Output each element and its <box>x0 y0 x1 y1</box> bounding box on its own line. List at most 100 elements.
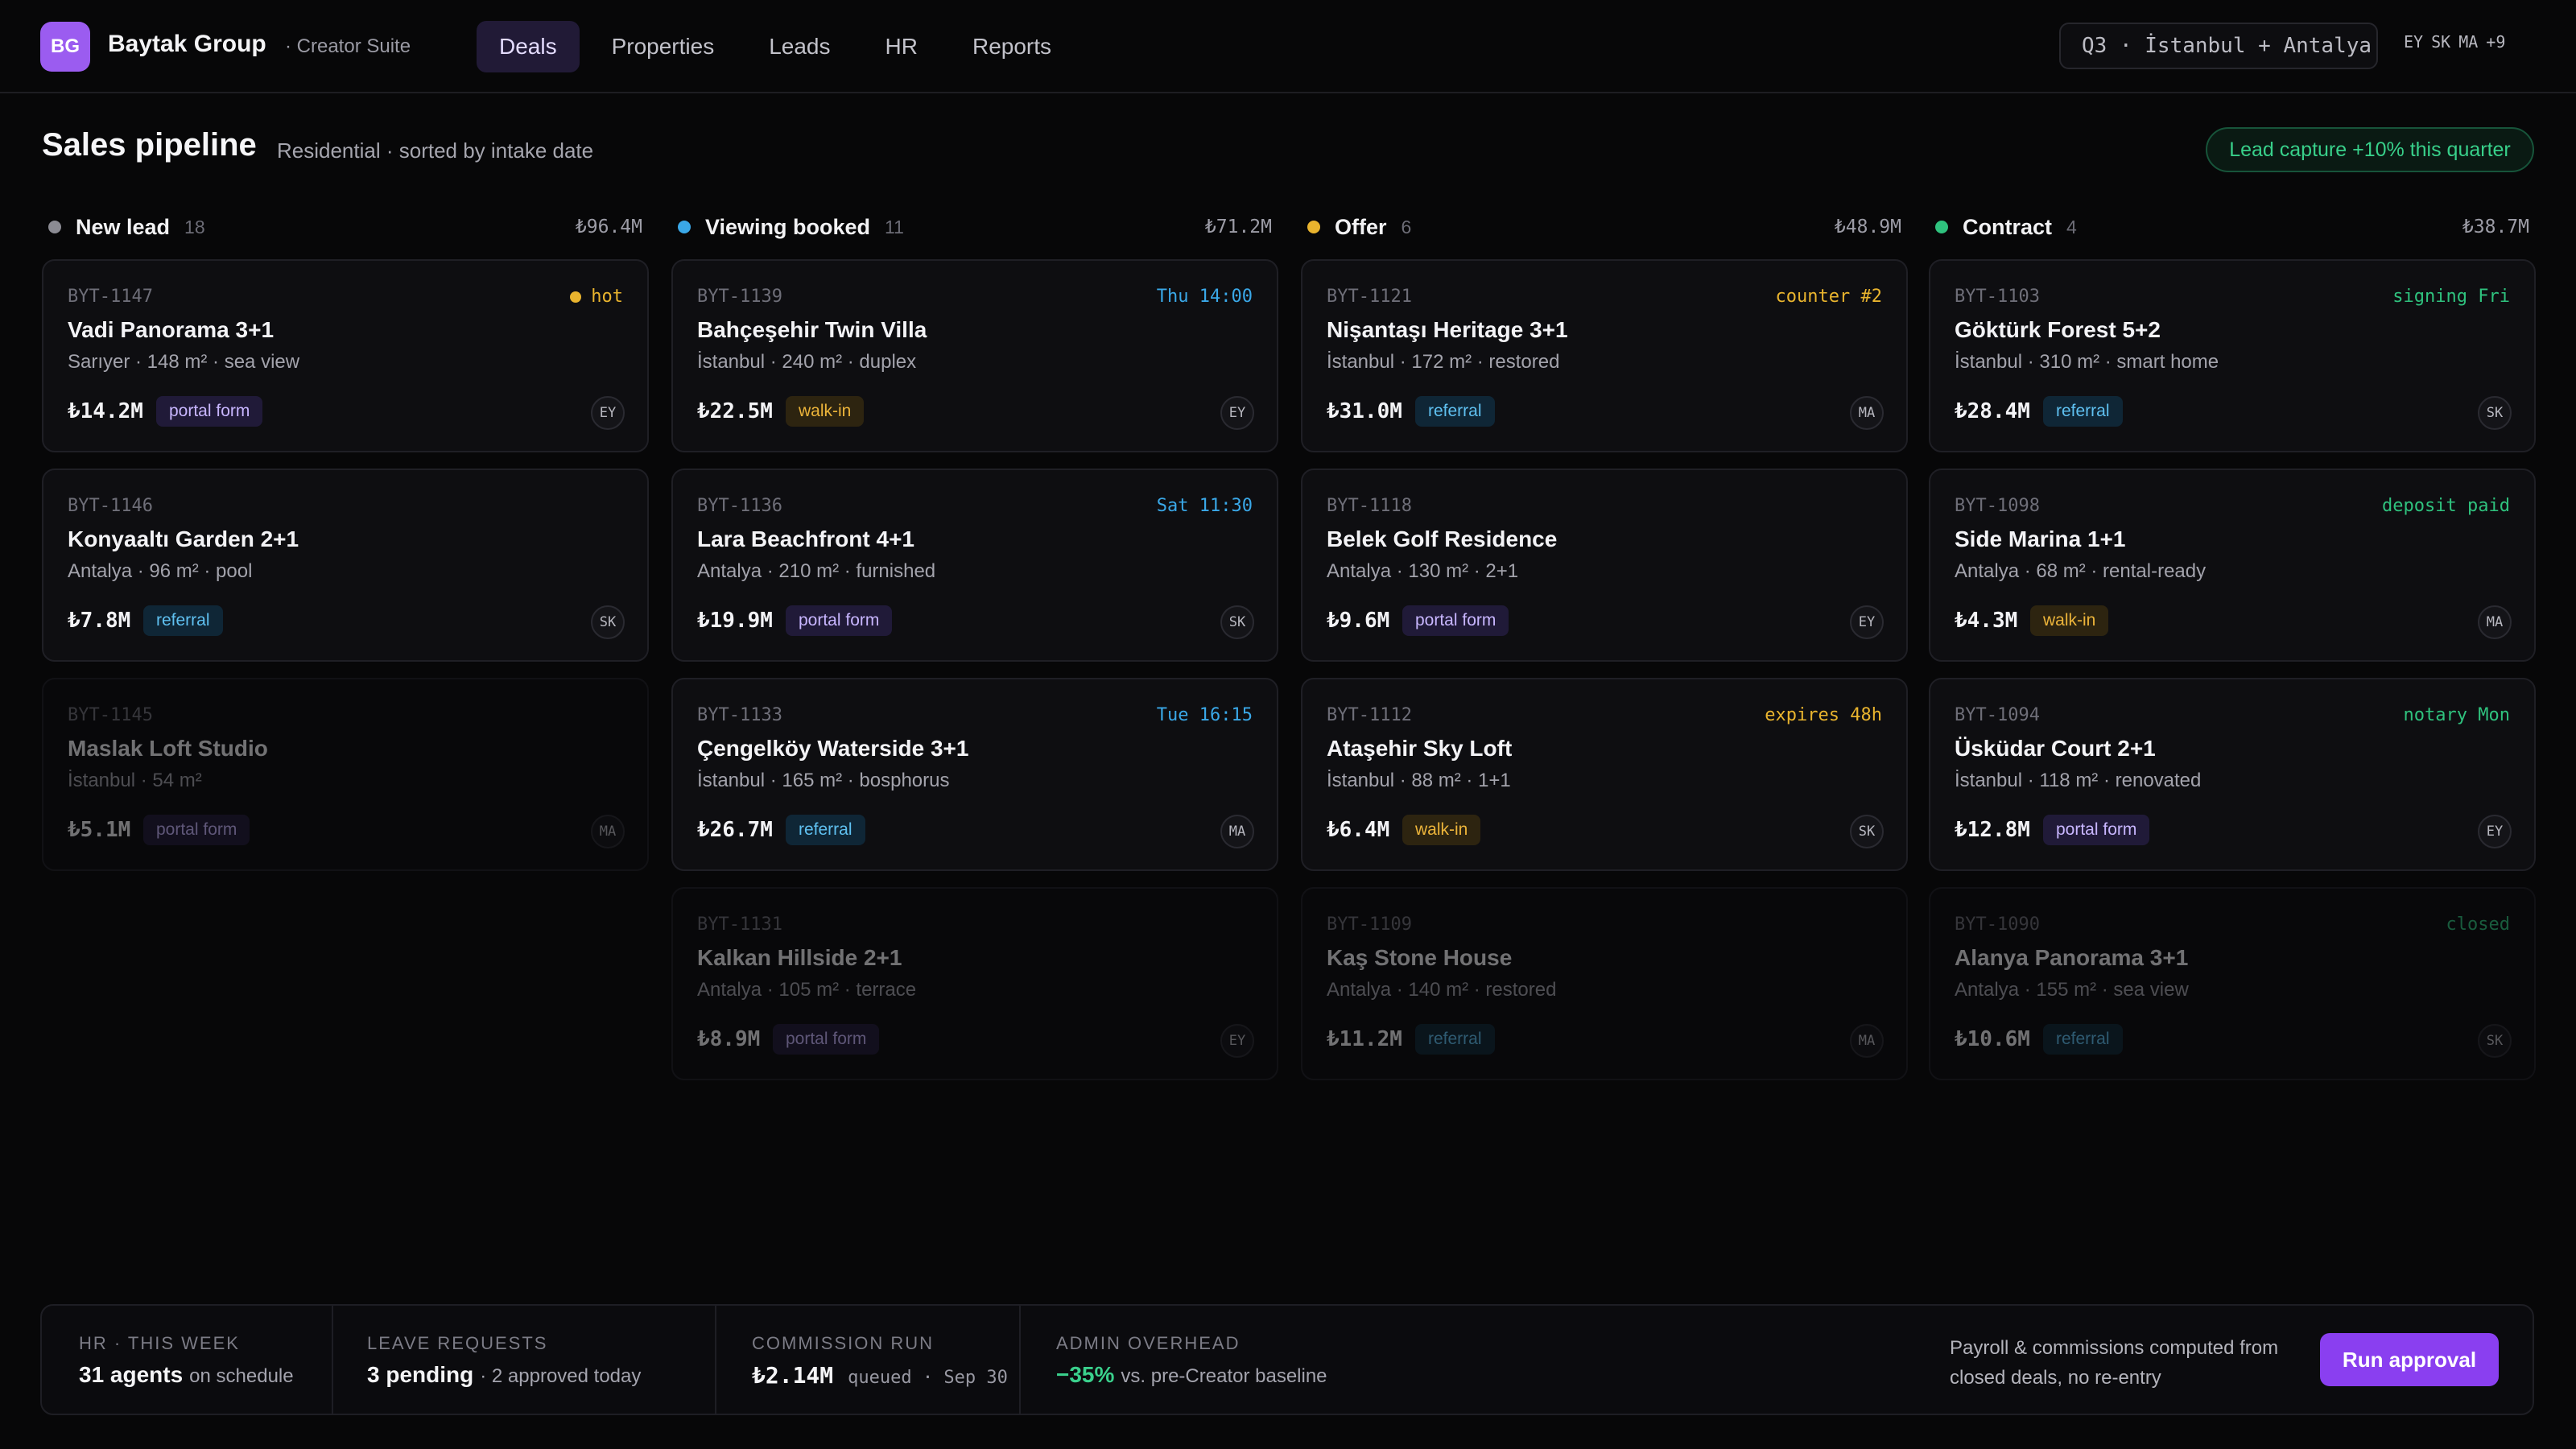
agent-avatar[interactable]: SK <box>2478 396 2512 430</box>
deal-flag: Sat 11:30 <box>1157 496 1253 516</box>
column-title: New lead <box>76 214 171 239</box>
avatar-overflow-count: +9 <box>2486 32 2506 52</box>
column-header[interactable]: New lead 18 ₺96.4M <box>42 211 649 243</box>
scope-selector[interactable]: Q3 · İstanbul + Antalya <box>2059 23 2378 69</box>
brand-logo[interactable]: BG <box>40 22 90 72</box>
deal-flag: counter #2 <box>1776 287 1882 307</box>
lead-source-tag: portal form <box>156 396 263 427</box>
agent-avatar[interactable]: MA <box>1850 1024 1884 1058</box>
deal-meta: Antalya · 155 m² · sea view <box>1955 979 2189 1001</box>
deal-card[interactable]: BYT-1139 Thu 14:00 Bahçeşehir Twin Villa İs… <box>671 259 1278 452</box>
deal-id: BYT-1098 <box>1955 496 2040 516</box>
deal-card[interactable]: BYT-1136 Sat 11:30 Lara Beachfront 4+1 Anta… <box>671 469 1278 662</box>
tab-reports[interactable]: Reports <box>950 21 1074 72</box>
deal-name: Ataşehir Sky Loft <box>1327 736 1513 761</box>
deal-price: ₺19.9M <box>697 609 773 633</box>
column-title: Offer <box>1335 214 1387 239</box>
agent-avatar[interactable]: MA <box>1850 396 1884 430</box>
deal-id: BYT-1131 <box>697 914 782 935</box>
lead-source-tag: walk-in <box>2030 605 2109 636</box>
hr-stat-value: 31 agents <box>79 1362 184 1387</box>
team-avatars[interactable]: EY SK MA +9 <box>2404 32 2505 52</box>
agent-avatar[interactable]: MA <box>2478 605 2512 639</box>
column-header[interactable]: Contract 4 ₺38.7M <box>1929 211 2536 243</box>
deal-price: ₺11.2M <box>1327 1027 1402 1051</box>
deal-card[interactable]: BYT-1131 Kalkan Hillside 2+1 Antalya · 105… <box>671 887 1278 1080</box>
deal-card[interactable]: BYT-1146 Konyaaltı Garden 2+1 Antalya · 96… <box>42 469 649 662</box>
lead-source-tag: referral <box>2043 1024 2123 1055</box>
deal-name: Belek Golf Residence <box>1327 526 1558 551</box>
agent-avatar[interactable]: EY <box>1850 605 1884 639</box>
tab-deals[interactable]: Deals <box>477 21 580 72</box>
tab-leads[interactable]: Leads <box>746 21 852 72</box>
deal-meta: Antalya · 105 m² · terrace <box>697 979 917 1001</box>
run-approval-button[interactable]: Run approval <box>2320 1333 2499 1386</box>
deal-card[interactable]: BYT-1112 expires 48h Ataşehir Sky Loft İsta… <box>1301 678 1908 871</box>
deal-card[interactable]: BYT-1133 Tue 16:15 Çengelköy Waterside 3+1… <box>671 678 1278 871</box>
deal-card[interactable]: BYT-1147 hot Vadi Panorama 3+1 Sarıyer · 14… <box>42 259 649 452</box>
lead-source-tag: referral <box>786 815 865 845</box>
agent-avatar[interactable]: EY <box>1220 396 1254 430</box>
deal-meta: İstanbul · 165 m² · bosphorus <box>697 770 950 791</box>
column-total: ₺38.7M <box>2462 217 2529 237</box>
hr-stat-note: on schedule <box>189 1365 294 1387</box>
pipeline-column-new-lead: New lead 18 ₺96.4M BYT-1147 hot Vadi Panorama… <box>42 211 649 871</box>
deal-card[interactable]: BYT-1094 notary Mon Üsküdar Court 2+1 İstan… <box>1929 678 2536 871</box>
column-header[interactable]: Viewing booked 11 ₺71.2M <box>671 211 1278 243</box>
deal-price: ₺26.7M <box>697 818 773 842</box>
leave-stat-value: 3 pending <box>367 1362 474 1387</box>
deal-meta: Antalya · 140 m² · restored <box>1327 979 1557 1001</box>
deal-card[interactable]: BYT-1121 counter #2 Nişantaşı Heritage 3+1… <box>1301 259 1908 452</box>
divider <box>715 1306 716 1414</box>
deal-id: BYT-1118 <box>1327 496 1412 516</box>
deal-card[interactable]: BYT-1103 signing Fri Göktürk Forest 5+2 İst… <box>1929 259 2536 452</box>
deal-price: ₺28.4M <box>1955 399 2030 423</box>
column-title: Viewing booked <box>705 214 871 239</box>
deal-name: Üsküdar Court 2+1 <box>1955 736 2156 761</box>
overhead-stat-note: vs. pre-Creator baseline <box>1121 1365 1327 1387</box>
agent-avatar[interactable]: SK <box>2478 1024 2512 1058</box>
status-dot-icon <box>1307 221 1320 233</box>
agent-avatar[interactable]: SK <box>1220 605 1254 639</box>
tab-hr[interactable]: HR <box>863 21 940 72</box>
agent-avatar[interactable]: SK <box>591 605 625 639</box>
agent-avatar[interactable]: SK <box>1850 815 1884 848</box>
deal-flag: deposit paid <box>2382 496 2510 516</box>
deal-name: Kaş Stone House <box>1327 945 1513 970</box>
leave-stat-label: LEAVE REQUESTS <box>367 1333 548 1353</box>
deal-id: BYT-1109 <box>1327 914 1412 935</box>
deal-name: Bahçeşehir Twin Villa <box>697 317 927 342</box>
agent-avatar[interactable]: EY <box>591 396 625 430</box>
deal-price: ₺10.6M <box>1955 1027 2030 1051</box>
agent-avatar[interactable]: MA <box>591 815 625 848</box>
agent-avatar[interactable]: EY <box>2478 815 2512 848</box>
pipeline-column-contract: Contract 4 ₺38.7M BYT-1103 signing Fri Göktür… <box>1929 211 2536 1080</box>
deal-meta: Antalya · 68 m² · rental-ready <box>1955 560 2207 582</box>
agent-avatar[interactable]: MA <box>1220 815 1254 848</box>
brand-subtitle: · Creator Suite <box>285 35 411 57</box>
deal-card[interactable]: BYT-1098 deposit paid Side Marina 1+1 Antal… <box>1929 469 2536 662</box>
deal-name: Vadi Panorama 3+1 <box>68 317 275 342</box>
column-count: 18 <box>184 216 205 237</box>
deal-id: BYT-1103 <box>1955 287 2040 307</box>
deal-flag-text: Sat 11:30 <box>1156 496 1253 516</box>
column-header[interactable]: Offer 6 ₺48.9M <box>1301 211 1908 243</box>
deal-card[interactable]: BYT-1145 Maslak Loft Studio İstanbul · 54 … <box>42 678 649 871</box>
tab-properties[interactable]: Properties <box>589 21 737 72</box>
leave-stat-note: · 2 approved today <box>480 1365 642 1387</box>
deal-id: BYT-1112 <box>1327 705 1412 725</box>
deal-name: Lara Beachfront 4+1 <box>697 526 914 551</box>
agent-avatar[interactable]: EY <box>1220 1024 1254 1058</box>
deal-card[interactable]: BYT-1090 closed Alanya Panorama 3+1 Antalya… <box>1929 887 2536 1080</box>
status-dot-icon <box>48 221 61 233</box>
deal-card[interactable]: BYT-1118 Belek Golf Residence Antalya · 13… <box>1301 469 1908 662</box>
lead-source-tag: portal form <box>1402 605 1509 636</box>
lead-source-tag: referral <box>1415 396 1495 427</box>
column-count: 11 <box>885 216 904 237</box>
deal-name: Maslak Loft Studio <box>68 736 268 761</box>
deal-meta: İstanbul · 240 m² · duplex <box>697 351 917 373</box>
deal-card[interactable]: BYT-1109 Kaş Stone House Antalya · 140 m² … <box>1301 887 1908 1080</box>
deal-flag: Tue 16:15 <box>1157 705 1253 725</box>
top-bar: BG Baytak Group · Creator Suite Deals Pr… <box>0 0 2576 93</box>
lead-source-tag: portal form <box>143 815 250 845</box>
